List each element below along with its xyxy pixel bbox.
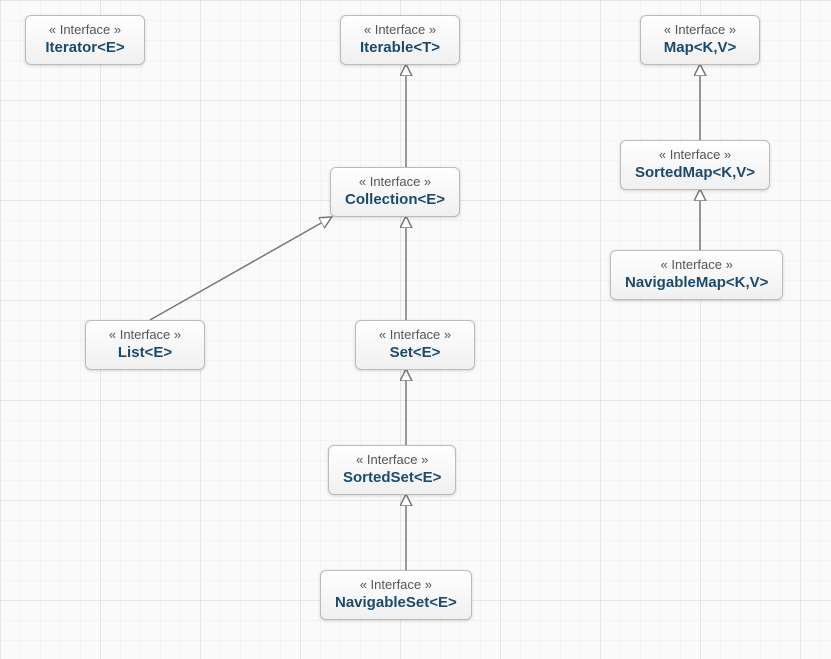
classname: Iterable<T> <box>355 39 445 56</box>
node-sortedmap[interactable]: « Interface » SortedMap<K,V> <box>620 140 770 190</box>
node-iterable[interactable]: « Interface » Iterable<T> <box>340 15 460 65</box>
node-navigableset[interactable]: « Interface » NavigableSet<E> <box>320 570 472 620</box>
node-sortedset[interactable]: « Interface » SortedSet<E> <box>328 445 456 495</box>
stereotype-label: « Interface » <box>625 257 768 272</box>
classname: Iterator<E> <box>40 39 130 56</box>
edge-list-collection <box>150 218 330 320</box>
classname: Map<K,V> <box>655 39 745 56</box>
node-list[interactable]: « Interface » List<E> <box>85 320 205 370</box>
classname: Collection<E> <box>345 191 445 208</box>
stereotype-label: « Interface » <box>335 577 457 592</box>
classname: SortedMap<K,V> <box>635 164 755 181</box>
classname: NavigableMap<K,V> <box>625 274 768 291</box>
stereotype-label: « Interface » <box>345 174 445 189</box>
classname: Set<E> <box>370 344 460 361</box>
uml-canvas: « Interface » Iterator<E> « Interface » … <box>0 0 831 659</box>
stereotype-label: « Interface » <box>635 147 755 162</box>
stereotype-label: « Interface » <box>355 22 445 37</box>
node-set[interactable]: « Interface » Set<E> <box>355 320 475 370</box>
stereotype-label: « Interface » <box>655 22 745 37</box>
node-map[interactable]: « Interface » Map<K,V> <box>640 15 760 65</box>
classname: NavigableSet<E> <box>335 594 457 611</box>
stereotype-label: « Interface » <box>40 22 130 37</box>
classname: List<E> <box>100 344 190 361</box>
node-iterator[interactable]: « Interface » Iterator<E> <box>25 15 145 65</box>
stereotype-label: « Interface » <box>370 327 460 342</box>
stereotype-label: « Interface » <box>100 327 190 342</box>
node-navigablemap[interactable]: « Interface » NavigableMap<K,V> <box>610 250 783 300</box>
classname: SortedSet<E> <box>343 469 441 486</box>
node-collection[interactable]: « Interface » Collection<E> <box>330 167 460 217</box>
stereotype-label: « Interface » <box>343 452 441 467</box>
